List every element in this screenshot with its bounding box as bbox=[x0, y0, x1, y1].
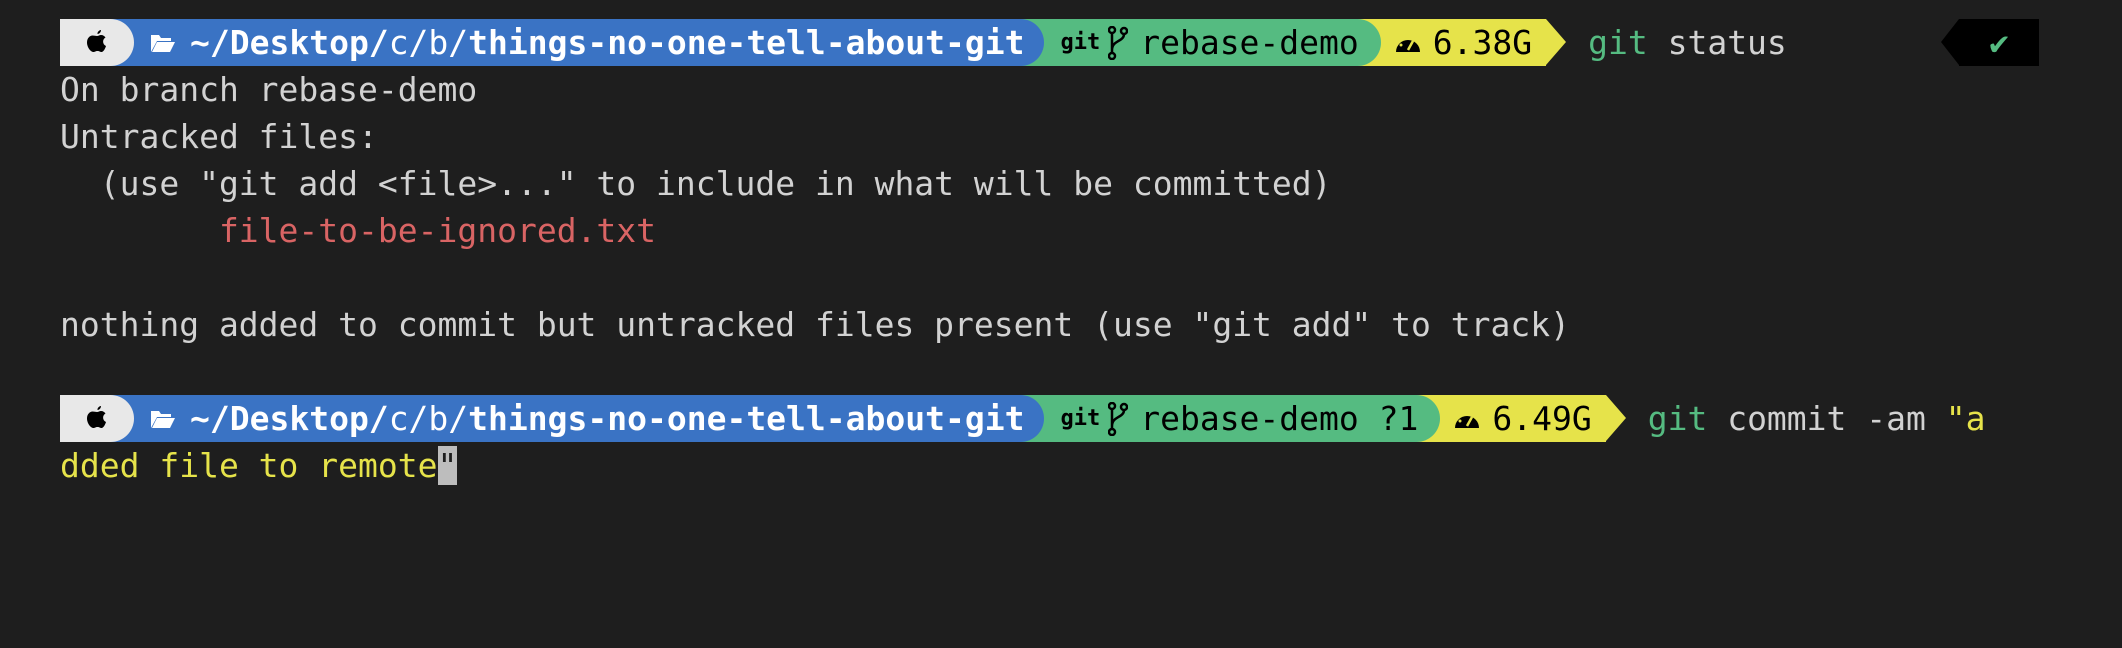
branch-name: rebase-demo bbox=[1140, 23, 1359, 62]
output-line: (use "git add <file>..." to include in w… bbox=[60, 164, 1332, 203]
os-segment bbox=[60, 395, 134, 442]
git-label: git bbox=[1060, 30, 1101, 55]
text-cursor: " bbox=[437, 446, 458, 485]
check-icon: ✔ bbox=[1989, 23, 2009, 62]
memory-segment: 6.49G bbox=[1416, 395, 1627, 442]
prompt-line-2: ~/Desktop/c/b/things-no-one-tell-about-g… bbox=[60, 395, 2122, 442]
untracked-file: file-to-be-ignored.txt bbox=[60, 211, 657, 250]
apple-icon bbox=[86, 29, 108, 56]
memory-value: 6.38G bbox=[1432, 23, 1533, 62]
output-line: On branch rebase-demo bbox=[60, 70, 478, 109]
dir-prefix: ~/Desktop/ bbox=[190, 399, 389, 438]
dir-name: things-no-one-tell-about-git bbox=[468, 399, 1025, 438]
output-line: Untracked files: bbox=[60, 117, 378, 156]
command-continuation[interactable]: dded file to remote" bbox=[60, 442, 2122, 489]
gauge-icon bbox=[1395, 32, 1421, 54]
output-line: nothing added to commit but untracked fi… bbox=[60, 305, 1570, 344]
dir-name: things-no-one-tell-about-git bbox=[468, 23, 1025, 62]
branch-icon bbox=[1108, 401, 1129, 436]
apple-icon bbox=[86, 405, 108, 432]
dir-mid: c/b/ bbox=[388, 399, 469, 438]
git-label: git bbox=[1060, 406, 1101, 431]
memory-segment: 6.38G bbox=[1356, 19, 1567, 66]
directory-segment: ~/Desktop/c/b/things-no-one-tell-about-g… bbox=[110, 19, 1045, 66]
dir-mid: c/b/ bbox=[388, 23, 469, 62]
command-input[interactable]: git commit -am "a bbox=[1648, 399, 1986, 438]
branch-name: rebase-demo ?1 bbox=[1140, 399, 1419, 438]
command: git status bbox=[1588, 23, 1787, 62]
terminal[interactable]: ~/Desktop/c/b/things-no-one-tell-about-g… bbox=[60, 19, 2122, 489]
os-segment bbox=[60, 19, 134, 66]
status-ok: ✔ bbox=[1941, 19, 2039, 66]
folder-icon bbox=[150, 408, 176, 430]
prompt-line-1: ~/Desktop/c/b/things-no-one-tell-about-g… bbox=[60, 19, 2122, 66]
directory-segment: ~/Desktop/c/b/things-no-one-tell-about-g… bbox=[110, 395, 1045, 442]
dir-prefix: ~/Desktop/ bbox=[190, 23, 389, 62]
memory-value: 6.49G bbox=[1492, 399, 1592, 438]
folder-icon bbox=[150, 32, 176, 54]
git-segment: git rebase-demo bbox=[1020, 19, 1381, 66]
branch-icon bbox=[1108, 25, 1129, 60]
gauge-icon bbox=[1454, 408, 1480, 430]
git-segment: git rebase-demo ?1 bbox=[1020, 395, 1441, 442]
